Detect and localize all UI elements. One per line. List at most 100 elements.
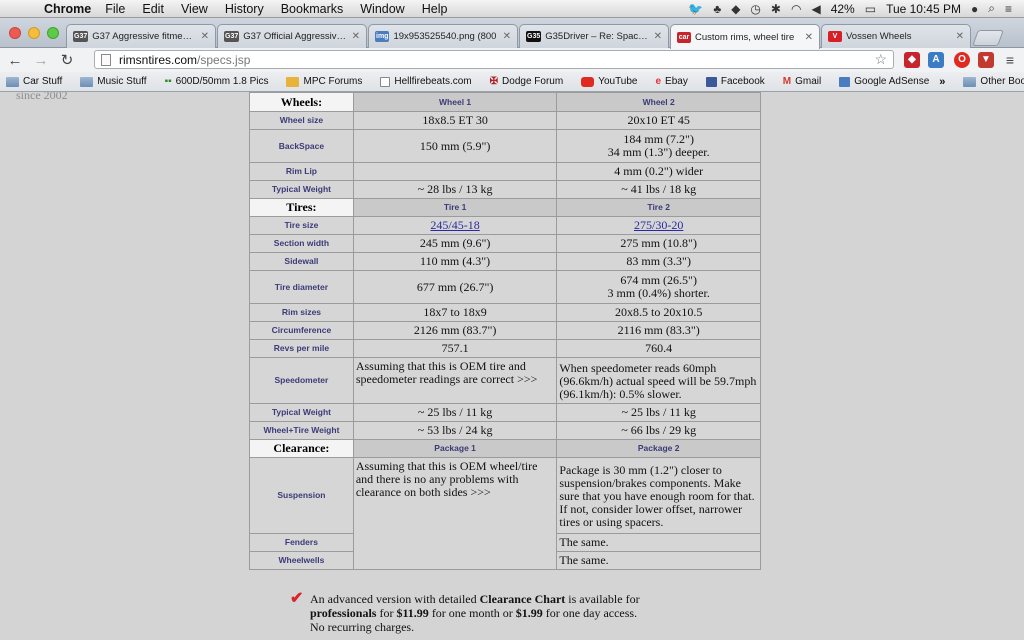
notification-center-icon[interactable]: ≡ xyxy=(1005,2,1012,16)
package1-header: Package 1 xyxy=(352,439,558,458)
zoom-window-button[interactable] xyxy=(47,27,59,39)
volume-icon[interactable]: ◀ xyxy=(811,2,820,16)
address-bar[interactable]: rimsntires.com/specs.jsp ☆ xyxy=(94,50,894,69)
cell-value: 245/45-18 xyxy=(352,216,558,235)
tab-close-icon[interactable]: ✕ xyxy=(956,31,964,42)
car-favicon-icon: car xyxy=(677,31,691,43)
tab-custom-rims-active[interactable]: car Custom rims, wheel tire ✕ xyxy=(670,24,820,49)
time-machine-icon[interactable]: ◷ xyxy=(750,2,760,16)
user-icon[interactable]: ● xyxy=(971,2,978,16)
table-row: Tire diameter 677 mm (26.7") 674 mm (26.… xyxy=(249,270,761,304)
tab-g35driver-spacers[interactable]: G35 G35Driver – Re: Spacers/ ✕ xyxy=(519,24,669,48)
cell-value: ~ 53 lbs / 24 kg xyxy=(352,421,558,440)
table-row: Rim Lip 4 mm (0.2") wider xyxy=(249,162,761,181)
bookmarks-overflow-chevron[interactable]: » xyxy=(939,76,945,88)
table-row: Typical Weight ~ 28 lbs / 13 kg ~ 41 lbs… xyxy=(249,180,761,199)
evernote-icon[interactable]: ♣ xyxy=(713,2,721,16)
note-bold: Clearance Chart xyxy=(479,592,566,606)
close-window-button[interactable] xyxy=(9,27,21,39)
g35driver-favicon-icon: G35 xyxy=(526,31,542,42)
cell-value: 245 mm (9.6") xyxy=(352,234,558,253)
spotlight-search-icon[interactable]: ⌕ xyxy=(988,1,995,16)
bookmark-car-stuff[interactable]: Car Stuff xyxy=(6,76,62,87)
menu-history[interactable]: History xyxy=(225,2,264,16)
app-menu-chrome[interactable]: Chrome xyxy=(44,2,91,16)
wifi-icon[interactable]: ◠ xyxy=(791,2,801,16)
table-row: Clearance: Package 1 Package 2 xyxy=(249,439,761,458)
bookmark-ebay[interactable]: e Ebay xyxy=(655,76,687,87)
bookmark-hellfirebeats[interactable]: Hellfirebeats.com xyxy=(380,76,472,87)
g37-favicon-icon: G37 xyxy=(73,31,89,42)
menu-window[interactable]: Window xyxy=(360,2,404,16)
reload-icon[interactable]: ↻ xyxy=(56,51,78,69)
since-2002-text: since 2002 xyxy=(16,92,68,102)
bookmark-youtube[interactable]: YouTube xyxy=(581,76,637,87)
tires-heading: Tires: xyxy=(249,198,354,217)
back-arrow-icon[interactable]: ← xyxy=(4,52,26,69)
bookmark-google-adsense[interactable]: Google AdSense xyxy=(839,76,929,87)
tab-close-icon[interactable]: ✕ xyxy=(201,31,209,42)
menu-file[interactable]: File xyxy=(105,2,125,16)
table-row: Tires: Tire 1 Tire 2 xyxy=(249,198,761,217)
clock[interactable]: Tue 10:45 PM xyxy=(886,2,961,16)
facebook-icon xyxy=(705,76,717,87)
tab-g37-official-offset[interactable]: G37 G37 Official Aggressive Offset ✕ xyxy=(217,24,367,48)
twitter-bird-icon[interactable]: 🐦 xyxy=(688,2,703,16)
row-label: Typical Weight xyxy=(249,180,354,199)
tab-vossen-wheels[interactable]: V Vossen Wheels ✕ xyxy=(821,24,971,48)
tab-close-icon[interactable]: ✕ xyxy=(352,31,360,42)
forward-arrow-icon[interactable]: → xyxy=(30,52,52,69)
dropbox-icon[interactable]: ◆ xyxy=(731,2,740,16)
extension-translate-icon[interactable]: A xyxy=(928,52,944,68)
note-fragment: for one month or xyxy=(428,606,516,620)
row-label: Tire size xyxy=(249,216,354,235)
table-row: Sidewall 110 mm (4.3") 83 mm (3.3") xyxy=(249,252,761,271)
cell-value: 760.4 xyxy=(556,339,761,358)
tab-close-icon[interactable]: ✕ xyxy=(503,31,511,42)
menu-edit[interactable]: Edit xyxy=(142,2,164,16)
bookmarks-bar: Car Stuff Music Stuff ▪▪ 600D/50mm 1.8 Pi… xyxy=(0,72,1024,92)
bookmark-star-icon[interactable]: ☆ xyxy=(874,51,887,68)
table-row: Tire size 245/45-18 275/30-20 xyxy=(249,216,761,235)
note-fragment: for one day access. xyxy=(542,606,638,620)
menu-view[interactable]: View xyxy=(181,2,208,16)
extension-opera-icon[interactable]: O xyxy=(954,52,970,68)
battery-icon[interactable]: ▭ xyxy=(865,2,876,16)
bookmark-600d-pics[interactable]: ▪▪ 600D/50mm 1.8 Pics xyxy=(165,76,269,87)
bookmark-dodge-forum[interactable]: ✠ Dodge Forum xyxy=(490,76,564,87)
cell-value: 184 mm (7.2") 34 mm (1.3") deeper. xyxy=(556,129,761,163)
cell-value: When speedometer reads 60mph (96.6km/h) … xyxy=(556,357,761,404)
menu-bookmarks[interactable]: Bookmarks xyxy=(281,2,344,16)
tab-g37-aggressive-fitment[interactable]: G37 G37 Aggressive fitment/hella ✕ xyxy=(66,24,216,48)
new-tab-button[interactable] xyxy=(972,30,1004,46)
bookmark-music-stuff[interactable]: Music Stuff xyxy=(80,76,147,87)
tab-image-png[interactable]: img 19x953525540.png (800 ✕ xyxy=(368,24,518,48)
bookmark-gmail[interactable]: M Gmail xyxy=(783,76,821,87)
extension-car-icon[interactable]: ◆ xyxy=(904,52,920,68)
tab-close-icon[interactable]: ✕ xyxy=(805,32,813,43)
note-bold: $11.99 xyxy=(396,606,429,620)
address-host: rimsntires.com xyxy=(119,52,198,67)
note-bold: professionals xyxy=(310,606,377,620)
extension-shield-icon[interactable]: ▼ xyxy=(978,52,994,68)
flag-icon: ▪▪ xyxy=(164,76,172,87)
tab-label: G37 Aggressive fitment/hella xyxy=(92,31,196,42)
tire1-size-link[interactable]: 245/45-18 xyxy=(430,218,479,232)
bookmark-other-bookmarks[interactable]: Other Bookmarks xyxy=(963,76,1024,87)
row-label: BackSpace xyxy=(249,129,354,163)
bookmark-mpc-forums[interactable]: MPC Forums xyxy=(286,76,362,87)
ebay-icon: e xyxy=(655,76,662,87)
battery-percent[interactable]: 42% xyxy=(831,2,855,16)
chrome-menu-icon[interactable]: ≡ xyxy=(1002,52,1018,68)
table-row: Typical Weight ~ 25 lbs / 11 kg ~ 25 lbs… xyxy=(249,403,761,422)
cell-line: 34 mm (1.3") deeper. xyxy=(607,145,710,159)
bookmark-facebook[interactable]: Facebook xyxy=(705,76,765,87)
bookmark-label: Ebay xyxy=(665,76,688,87)
note-fragment: is available for xyxy=(565,592,640,606)
bluetooth-icon[interactable]: ✱ xyxy=(771,2,781,16)
menu-help[interactable]: Help xyxy=(422,2,448,16)
minimize-window-button[interactable] xyxy=(28,27,40,39)
tab-close-icon[interactable]: ✕ xyxy=(654,31,662,42)
vossen-favicon-icon: V xyxy=(828,31,842,42)
tire2-size-link[interactable]: 275/30-20 xyxy=(634,218,683,232)
